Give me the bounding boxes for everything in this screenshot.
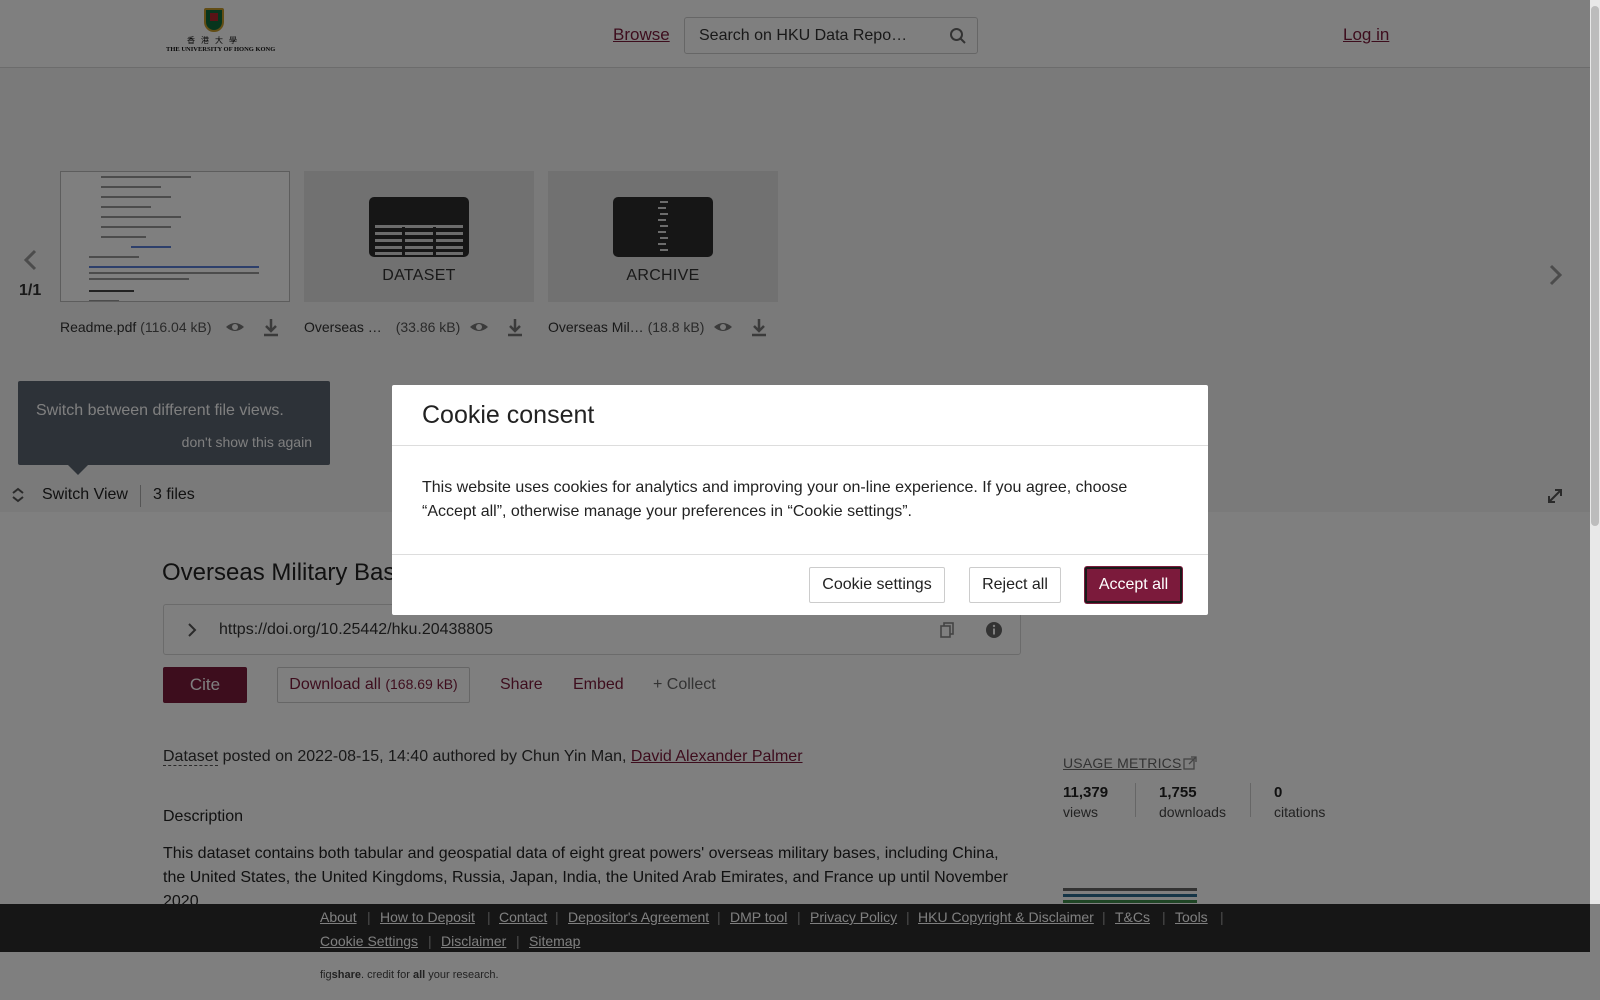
accept-all-button[interactable]: Accept all xyxy=(1085,567,1182,603)
scrollbar-thumb[interactable] xyxy=(1591,6,1599,526)
dialog-body: This website uses cookies for analytics … xyxy=(422,479,1128,520)
dialog-title: Cookie consent xyxy=(422,401,595,429)
cookie-settings-button[interactable]: Cookie settings xyxy=(809,567,945,603)
divider xyxy=(392,554,1208,555)
page-scrollbar[interactable] xyxy=(1590,0,1600,904)
divider xyxy=(392,445,1208,446)
reject-all-button[interactable]: Reject all xyxy=(969,567,1061,603)
cookie-consent-dialog: Cookie consent This website uses cookies… xyxy=(392,385,1208,615)
